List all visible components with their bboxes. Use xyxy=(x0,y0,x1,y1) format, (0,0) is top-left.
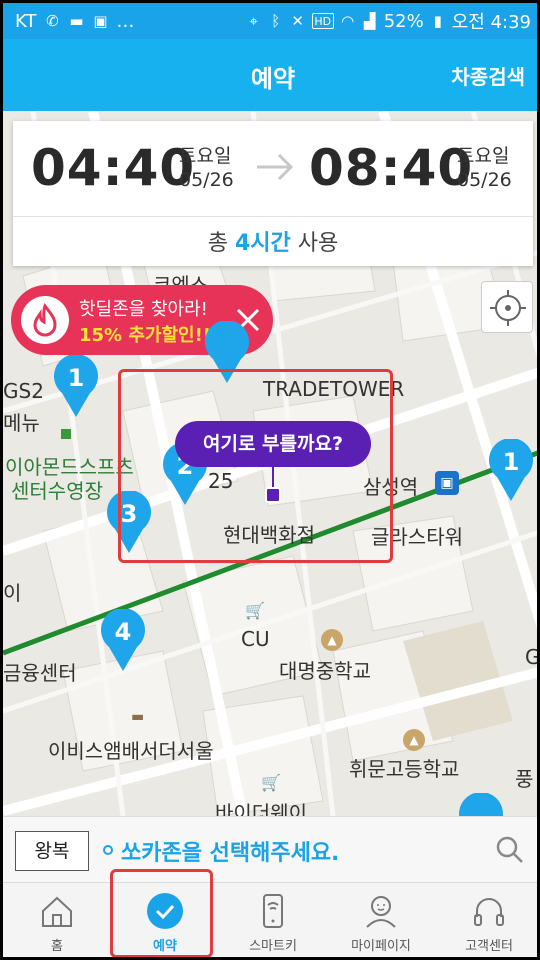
end-date: 05/26 xyxy=(457,169,512,191)
clock: 오전 4:39 xyxy=(451,12,531,33)
bluetooth-icon: ᛒ xyxy=(271,12,281,30)
pin-count: 4 xyxy=(114,618,132,646)
school-icon: ▲ xyxy=(321,629,343,651)
end-time[interactable]: 08:40 xyxy=(309,139,473,197)
socar-zone-pin[interactable]: 1 xyxy=(52,354,100,419)
map-label-ibis-ambassador: 이비스앰배서더서울 xyxy=(48,739,214,763)
map-label-finance-center: 금융센터 xyxy=(3,661,77,685)
map-label-buy-the-way: 바이더웨이 xyxy=(215,801,307,816)
promo-title: 핫딜존을 찾아라! xyxy=(79,299,208,320)
map-label-partial-i: 이 xyxy=(3,581,22,605)
map-label-daemyung-school: 대명중학교 xyxy=(279,659,371,683)
image-icon: ▣ xyxy=(93,12,108,30)
screen: KT ✆ ▬ ▣ … ⌖ ᛒ ✕ HD ◠ ▟ 52% ▮ 오전 4:39 예약… xyxy=(0,0,540,960)
tab-home[interactable]: 홈 xyxy=(3,883,111,957)
person-icon xyxy=(366,896,396,928)
carrier-label: KT xyxy=(15,10,37,32)
location-icon: ⌖ xyxy=(249,12,258,30)
map-label-partial-g: G xyxy=(525,645,540,669)
headset-icon xyxy=(474,898,504,926)
current-location-button[interactable] xyxy=(481,281,533,333)
call-location-marker[interactable] xyxy=(265,487,281,503)
total-prefix: 총 xyxy=(207,231,235,256)
card-divider xyxy=(13,216,533,217)
status-bar: KT ✆ ▬ ▣ … ⌖ ᛒ ✕ HD ◠ ▟ 52% ▮ 오전 4:39 xyxy=(3,3,537,39)
bullet-icon xyxy=(103,845,113,855)
socar-zone-pin[interactable]: 4 xyxy=(99,608,147,673)
smartkey-icon xyxy=(263,894,283,928)
end-day: 토요일 xyxy=(457,145,510,167)
tab-label: 마이페이지 xyxy=(351,939,411,954)
convenience-store-icon: 🛒 xyxy=(245,601,265,620)
home-icon xyxy=(42,896,72,927)
subway-station-icon: ▣ xyxy=(435,471,459,495)
mute-icon: ✕ xyxy=(291,12,304,30)
more-notifications-icon: … xyxy=(116,10,135,32)
start-date: 05/26 xyxy=(179,169,234,191)
pin-count: 1 xyxy=(502,448,520,476)
promo-discount: 15% 추가할인!! xyxy=(79,325,212,346)
hotel-icon: ▬ xyxy=(131,709,145,725)
tab-label: 스마트키 xyxy=(249,939,297,954)
map-label-cu: CU xyxy=(241,627,270,651)
arrow-right-icon xyxy=(257,153,294,181)
pin-count: 1 xyxy=(67,364,85,392)
tab-smartkey[interactable]: 스마트키 xyxy=(219,883,327,957)
school-icon: ▲ xyxy=(403,729,425,751)
tab-label: 고객센터 xyxy=(465,939,513,954)
search-icon[interactable] xyxy=(495,835,525,865)
socar-zone-pin[interactable]: 1 xyxy=(487,438,535,503)
convenience-store-icon: 🛒 xyxy=(261,773,281,792)
call-icon: ✆ xyxy=(46,12,59,30)
battery-percent: 52% xyxy=(383,10,424,32)
start-time[interactable]: 04:40 xyxy=(31,139,195,197)
app-header: 예약 차종검색 xyxy=(3,39,537,111)
reservation-time-card[interactable]: 04:40 토요일 05/26 08:40 토요일 05/26 총 4시간 사용 xyxy=(13,121,533,266)
total-suffix: 사용 xyxy=(290,231,339,256)
total-duration: 총 4시간 사용 xyxy=(13,225,533,257)
signal-icon: ▟ xyxy=(363,12,376,30)
tab-mypage[interactable]: 마이페이지 xyxy=(327,883,435,957)
total-hours: 4시간 xyxy=(234,231,291,256)
wifi-icon: ◠ xyxy=(341,12,355,30)
map-label-partial-pung: 풍 xyxy=(515,767,534,791)
tab-highlight-box xyxy=(110,869,213,957)
bottom-tab-bar: 홈 예약 스마트키 마이페이지 고객센터 xyxy=(3,882,537,957)
zone-search-bar: 왕복 쏘카존을 선택해주세요. xyxy=(3,816,537,882)
crosshair-icon xyxy=(490,290,526,326)
park-icon xyxy=(61,429,71,439)
call-here-tooltip[interactable]: 여기로 부를까요? xyxy=(175,421,371,467)
tab-label: 홈 xyxy=(51,939,63,954)
start-day: 토요일 xyxy=(179,145,232,167)
battery-icon: ▮ xyxy=(433,12,442,30)
map-label-swimming-pool: 센터수영장 xyxy=(11,479,103,503)
map-label-gs: GS2 xyxy=(3,379,44,403)
flame-icon xyxy=(21,296,69,344)
zone-select-prompt[interactable]: 쏘카존을 선택해주세요. xyxy=(121,835,339,867)
message-icon: ▬ xyxy=(69,12,84,30)
hd-icon: HD xyxy=(311,13,334,29)
tab-customer-center[interactable]: 고객센터 xyxy=(435,883,537,957)
map-label-whimun-school: 휘문고등학교 xyxy=(349,757,460,781)
car-type-search-button[interactable]: 차종검색 xyxy=(451,61,525,90)
map-label-menu: 메뉴 xyxy=(3,411,40,435)
tooltip-stem xyxy=(272,467,274,489)
roundtrip-button[interactable]: 왕복 xyxy=(15,831,89,871)
